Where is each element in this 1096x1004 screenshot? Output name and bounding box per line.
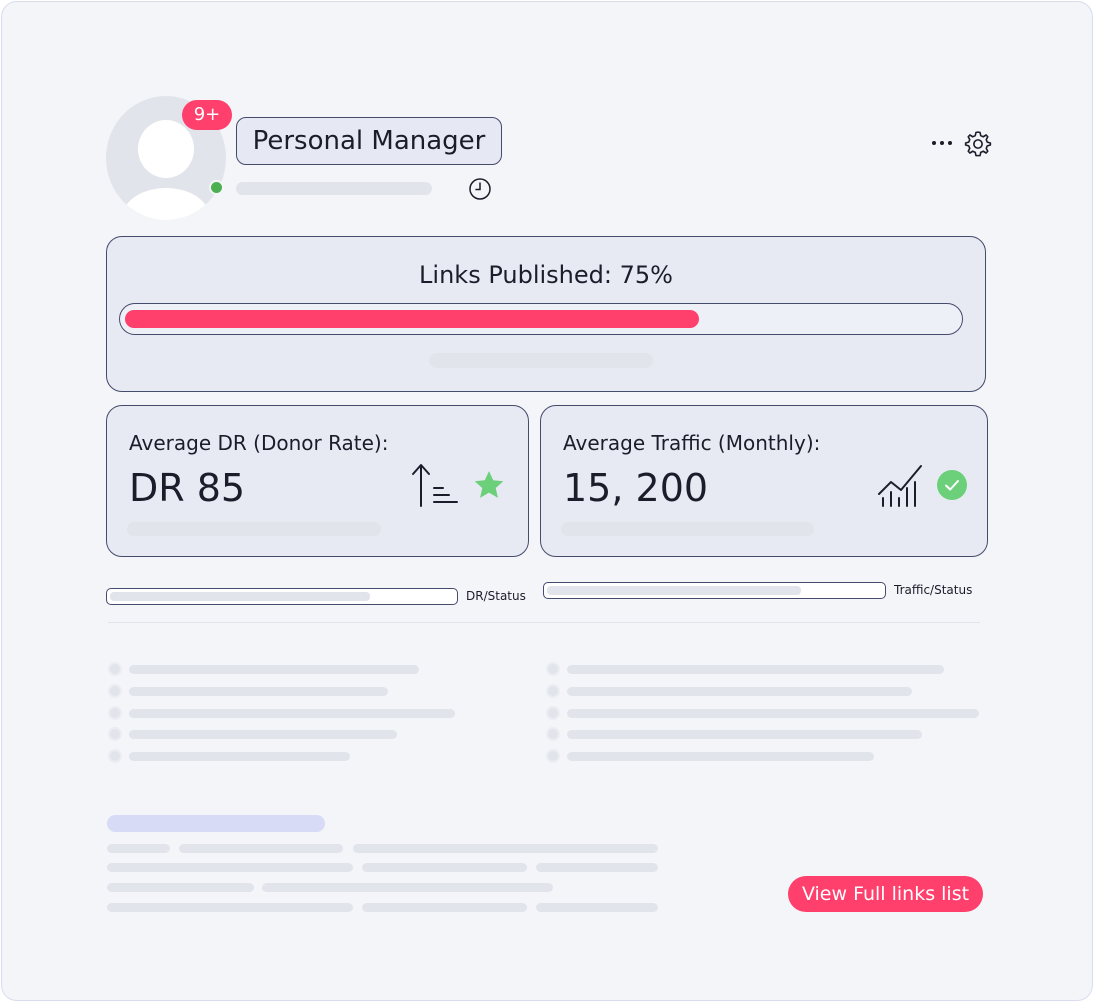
- dr-status-bar: [106, 588, 458, 605]
- text-placeholder: [353, 844, 658, 853]
- list-bullet: [548, 729, 558, 739]
- sort-ascending-icon[interactable]: [409, 462, 459, 508]
- list-bullet: [110, 751, 120, 761]
- traffic-status-bar: [543, 582, 886, 599]
- heading-placeholder: [107, 815, 325, 832]
- dr-caption-placeholder: [127, 522, 381, 536]
- links-published-panel: Links Published: 75%: [106, 236, 986, 392]
- progress-caption-placeholder: [429, 353, 653, 368]
- text-placeholder: [179, 844, 343, 853]
- view-full-links-button[interactable]: View Full links list: [788, 876, 983, 912]
- list-item-placeholder: [567, 730, 922, 739]
- clock-icon[interactable]: [468, 177, 492, 201]
- more-dots-icon[interactable]: [930, 135, 954, 151]
- text-placeholder: [362, 863, 527, 872]
- text-placeholder: [362, 903, 527, 912]
- list-item-placeholder: [567, 665, 944, 674]
- text-placeholder: [107, 863, 353, 872]
- check-circle-icon[interactable]: [937, 470, 967, 500]
- text-placeholder: [107, 903, 353, 912]
- average-dr-value: DR 85: [129, 466, 246, 510]
- avatar-body: [122, 188, 210, 220]
- list-item-placeholder: [129, 665, 419, 674]
- gear-icon[interactable]: [963, 129, 993, 159]
- traffic-status-label: Traffic/Status: [894, 583, 973, 597]
- list-item-placeholder: [129, 687, 388, 696]
- links-published-label: Links Published: 75%: [419, 261, 673, 289]
- list-item-placeholder: [129, 730, 397, 739]
- average-traffic-value: 15, 200: [563, 466, 709, 510]
- list-item-placeholder: [129, 752, 350, 761]
- online-status-dot: [209, 180, 224, 195]
- divider: [108, 622, 980, 623]
- list-bullet: [548, 664, 558, 674]
- text-placeholder: [107, 844, 170, 853]
- progress-fill: [125, 310, 699, 328]
- text-placeholder: [107, 883, 254, 892]
- average-dr-label: Average DR (Donor Rate):: [129, 431, 389, 455]
- notification-badge[interactable]: 9+: [182, 100, 232, 130]
- list-bullet: [110, 729, 120, 739]
- average-traffic-panel: Average Traffic (Monthly): 15, 200: [540, 405, 988, 557]
- list-bullet: [110, 686, 120, 696]
- list-item-placeholder: [567, 709, 979, 718]
- list-bullet: [548, 751, 558, 761]
- subtitle-placeholder: [236, 182, 432, 195]
- average-traffic-label: Average Traffic (Monthly):: [563, 431, 821, 455]
- list-bullet: [548, 686, 558, 696]
- traffic-caption-placeholder: [561, 522, 814, 536]
- traffic-status-fill: [547, 586, 801, 595]
- list-bullet: [110, 664, 120, 674]
- list-bullet: [110, 708, 120, 718]
- list-item-placeholder: [567, 687, 912, 696]
- dr-status-label: DR/Status: [466, 589, 526, 603]
- links-dashboard-card: 9+ Personal Manager Links Published: 75%…: [1, 1, 1093, 1001]
- average-dr-panel: Average DR (Donor Rate): DR 85: [106, 405, 529, 557]
- text-placeholder: [536, 903, 658, 912]
- trending-chart-icon[interactable]: [877, 462, 923, 508]
- text-placeholder: [536, 863, 658, 872]
- list-bullet: [548, 708, 558, 718]
- dr-status-fill: [110, 592, 370, 601]
- list-item-placeholder: [129, 709, 455, 718]
- star-icon[interactable]: [472, 469, 506, 502]
- profile-title: Personal Manager: [236, 117, 502, 165]
- list-item-placeholder: [567, 752, 874, 761]
- text-placeholder: [262, 883, 553, 892]
- links-published-progress-bar: [119, 303, 963, 335]
- avatar-head: [138, 120, 194, 178]
